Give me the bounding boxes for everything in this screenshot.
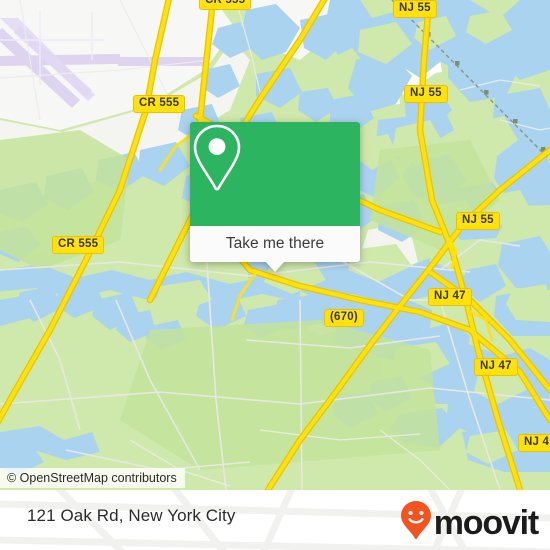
road-shield-nj55-upper: NJ 55 bbox=[404, 85, 448, 103]
popup-action-bar[interactable]: Take me there bbox=[190, 226, 360, 272]
moovit-logo[interactable]: moovit bbox=[400, 500, 539, 545]
popup-pin-area bbox=[190, 122, 360, 226]
osm-attribution[interactable]: © OpenStreetMap contributors bbox=[0, 468, 185, 488]
map-canvas[interactable]: CR 555 NJ 55 NJ 55 CR 555 NJ 55 CR 555 N… bbox=[0, 0, 550, 490]
road-shield-nj55-top: NJ 55 bbox=[393, 0, 437, 18]
road-shield-cr555-left: CR 555 bbox=[52, 236, 105, 254]
moovit-map-screen: CR 555 NJ 55 NJ 55 CR 555 NJ 55 CR 555 N… bbox=[0, 0, 550, 550]
road-shield-cr555-mid: CR 555 bbox=[133, 95, 186, 113]
take-me-there-label: Take me there bbox=[225, 235, 325, 252]
road-shield-nj4-edge: NJ 4 bbox=[518, 434, 550, 452]
road-shield-nj47-upper: NJ 47 bbox=[428, 288, 472, 306]
popup-tail bbox=[265, 261, 285, 272]
moovit-pin-icon bbox=[400, 500, 432, 545]
road-shield-670: (670) bbox=[324, 309, 364, 327]
road-shield-cr555-top: CR 555 bbox=[199, 0, 252, 10]
moovit-wordmark: moovit bbox=[433, 503, 539, 542]
destination-popup[interactable]: Take me there bbox=[190, 122, 360, 272]
road-shield-nj47-lower: NJ 47 bbox=[474, 358, 518, 376]
road-shield-nj55-right: NJ 55 bbox=[456, 212, 500, 230]
address-label: 121 Oak Rd, New York City bbox=[27, 506, 236, 525]
